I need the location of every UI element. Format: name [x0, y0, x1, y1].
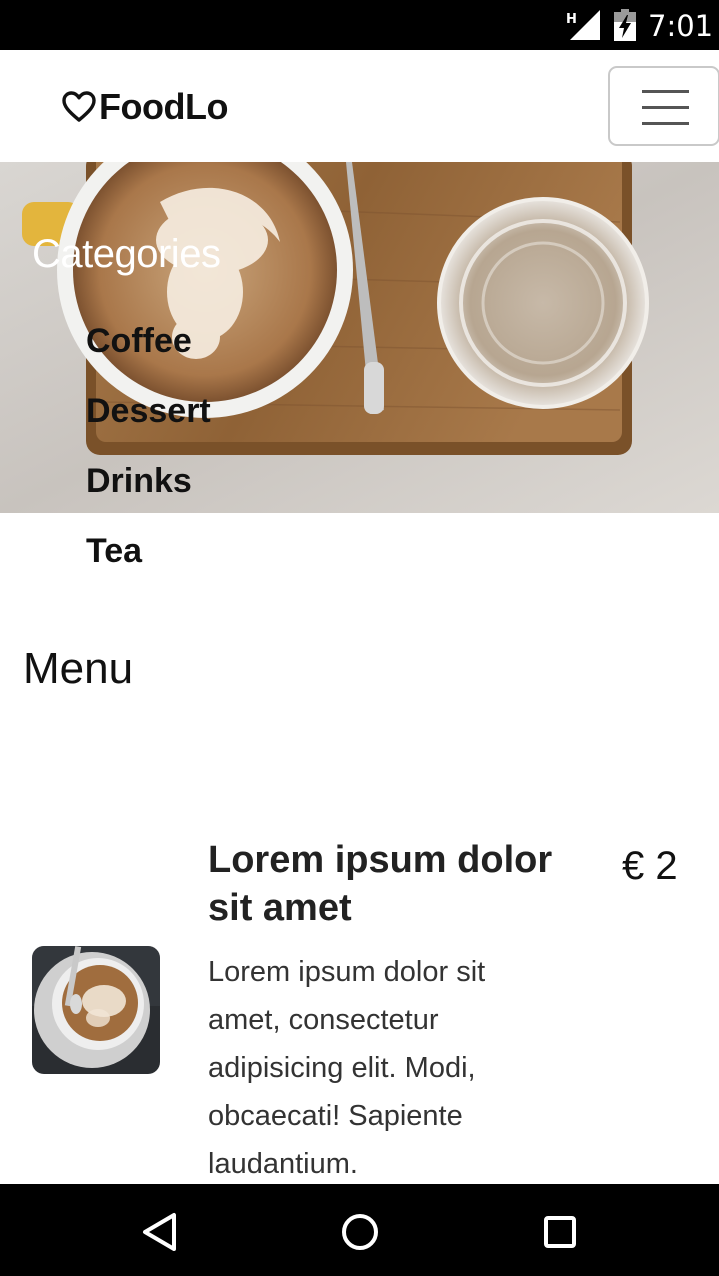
recents-icon[interactable]: [543, 1215, 577, 1249]
hamburger-menu-icon: [642, 90, 689, 93]
menu-item-description: Lorem ipsum dolor sit amet, consectetur …: [208, 956, 486, 1180]
hamburger-line: [642, 106, 689, 109]
home-icon[interactable]: [341, 1213, 379, 1251]
status-bar: H 7:01: [0, 0, 719, 50]
brand-link[interactable]: FoodLo: [62, 86, 228, 128]
latte-thumbnail: [32, 946, 160, 1074]
category-drinks-link[interactable]: Drinks: [86, 458, 211, 528]
categories-list: Coffee Dessert Drinks Tea: [86, 318, 211, 598]
menu-heading: Menu: [23, 644, 134, 693]
menu-item-price: € 2: [622, 844, 678, 888]
brand-name: FoodLo: [99, 86, 228, 127]
network-type-label: H: [566, 12, 577, 27]
back-icon[interactable]: [140, 1212, 180, 1252]
top-navbar: FoodLo: [0, 50, 719, 162]
system-navigation-bar: [0, 1184, 719, 1276]
menu-item-title: Lorem ipsum dolor sit amet: [208, 839, 553, 929]
battery-charging-icon: [614, 9, 636, 41]
navbar-toggle-button[interactable]: [608, 66, 719, 146]
hamburger-line: [642, 122, 689, 125]
category-dessert-link[interactable]: Dessert: [86, 388, 211, 458]
category-coffee-link[interactable]: Coffee: [86, 318, 211, 388]
heart-outline-icon: [62, 91, 96, 122]
categories-heading: Categories: [32, 232, 221, 276]
category-tea-link[interactable]: Tea: [86, 528, 211, 598]
status-time: 7:01: [648, 9, 714, 43]
signal-icon: H: [566, 10, 600, 40]
menu-item-image: [32, 946, 160, 1074]
